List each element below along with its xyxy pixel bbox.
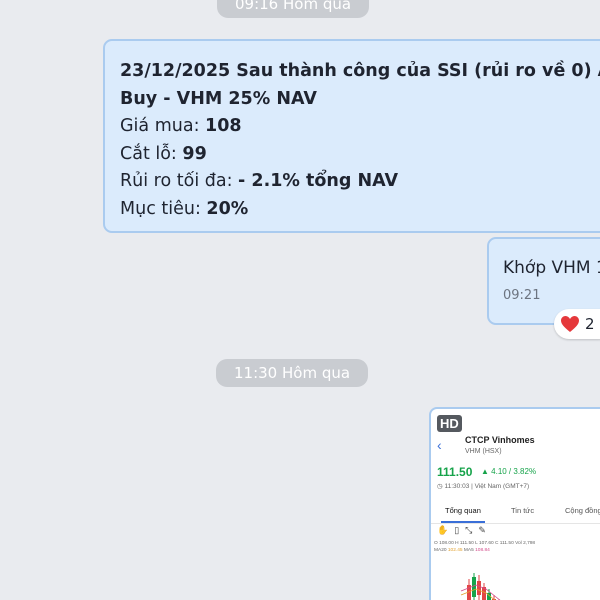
back-arrow-icon: ‹ — [437, 437, 442, 453]
quote-timestamp: ◷ 11:30:03 | Việt Nam (GMT+7) — [437, 483, 530, 490]
max-risk-line: Rủi ro tối đa: - 2.1% tổng NAV — [120, 171, 399, 191]
price-change: ▲ 4.10 / 3.82% — [481, 467, 537, 476]
image-attachment[interactable]: HD ⋮ ‹ CTCP Vinhomes VHM (HSX) 111.50 ▲ … — [429, 407, 600, 600]
target-line: Mục tiêu: 20% — [120, 198, 249, 219]
quote-tabs: Tổng quan Tin tức Cộng đồng — [431, 501, 600, 524]
tab-overview: Tổng quan — [445, 506, 481, 515]
heart-icon — [561, 316, 579, 332]
active-tab-indicator — [441, 521, 485, 523]
message-line: Buy - VHM 25% NAV — [120, 88, 317, 109]
max-risk-value: - 2.1% tổng NAV — [238, 171, 399, 191]
chart-tools: ✋▯⤡✎ — [437, 525, 492, 535]
company-name: CTCP Vinhomes — [465, 435, 535, 445]
buy-price-line: Giá mua: 108 — [120, 116, 242, 136]
stop-loss-line: Cắt lỗ: 99 — [120, 143, 207, 164]
reaction-badge[interactable]: 2 — [554, 309, 600, 339]
stop-loss-value: 99 — [182, 143, 207, 164]
message-bubble-trade-signal[interactable]: 23/12/2025 Sau thành công của SSI (rủi r… — [103, 39, 600, 233]
target-value: 20% — [206, 198, 249, 219]
chat-view: 09:16 Hôm qua 23/12/2025 Sau thành công … — [0, 0, 600, 600]
ma-readout: MA20 102.45 MA5 108.84 — [434, 548, 490, 553]
buy-price-value: 108 — [205, 116, 242, 136]
tab-news: Tin tức — [511, 506, 535, 515]
message-line: 23/12/2025 Sau thành công của SSI (rủi r… — [120, 61, 600, 81]
timestamp-divider: 11:30 Hôm qua — [216, 359, 369, 387]
message-time: 09:21 — [503, 288, 541, 303]
ticker-label: VHM (HSX) — [465, 448, 502, 455]
message-text: Khớp VHM 1 — [503, 258, 600, 278]
timestamp-divider: 09:16 Hôm qua — [217, 0, 370, 18]
hd-badge: HD — [437, 415, 462, 432]
stock-price: 111.50 — [437, 465, 473, 479]
ohlc-readout: O 108.00 H 111.50 L 107.60 C 111.50 Vol … — [434, 541, 536, 546]
tab-community: Cộng đồng — [565, 506, 600, 515]
candlestick-chart — [460, 573, 501, 600]
reaction-count: 2 — [585, 315, 595, 333]
